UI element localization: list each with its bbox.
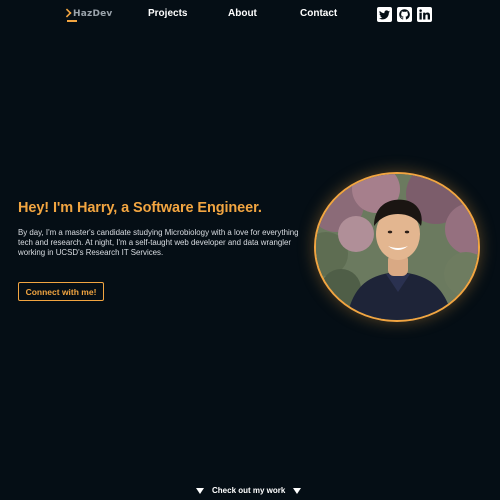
scroll-cue[interactable]: Check out my work <box>196 486 302 495</box>
logo-mark-icon <box>62 7 77 22</box>
nav-link-about[interactable]: About <box>228 8 257 19</box>
logo-link[interactable]: HazDev <box>62 6 113 22</box>
linkedin-icon[interactable] <box>417 7 432 22</box>
github-icon[interactable] <box>397 7 412 22</box>
hero-title: Hey! I'm Harry, a Software Engineer. <box>18 200 262 216</box>
nav-link-projects[interactable]: Projects <box>148 8 187 19</box>
avatar <box>314 172 480 322</box>
arrow-down-icon <box>196 487 204 494</box>
connect-button[interactable]: Connect with me! <box>18 282 104 301</box>
page: HazDev Projects About Contact Hey! I'm H… <box>0 0 500 500</box>
top-nav: HazDev Projects About Contact <box>0 0 500 28</box>
twitter-icon[interactable] <box>377 7 392 22</box>
arrow-down-icon <box>293 487 302 494</box>
logo-text: HazDev <box>73 9 113 19</box>
nav-link-contact[interactable]: Contact <box>300 8 337 19</box>
scroll-cue-label: Check out my work <box>212 486 286 495</box>
hero-description: By day, I'm a master's candidate studyin… <box>18 228 299 258</box>
